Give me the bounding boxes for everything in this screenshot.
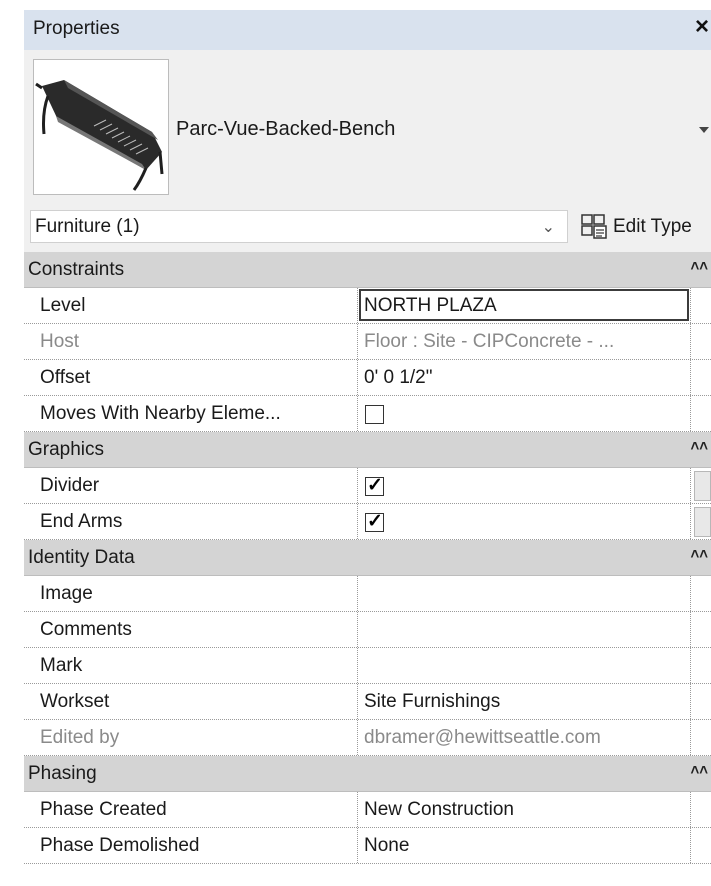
properties-title-bar: Properties × [24, 10, 711, 50]
panel-title: Properties [33, 18, 120, 39]
category-graphics[interactable]: Graphics ˄˄ [24, 432, 711, 468]
collapse-icon[interactable]: ˄˄ [690, 258, 708, 275]
end-arms-checkbox[interactable]: ✓ [365, 511, 384, 532]
param-name: Offset [40, 367, 91, 388]
type-name: Parc-Vue-Backed-Bench [176, 118, 396, 140]
checkmark-icon: ✓ [367, 511, 383, 532]
param-name: Level [40, 295, 86, 316]
filter-row: Furniture (1) ⌄ Edit Type [24, 202, 711, 252]
param-name: Edited by [40, 727, 120, 748]
param-row-workset: Workset Site Furnishings [24, 684, 711, 720]
type-thumbnail [33, 59, 169, 195]
param-row-divider: Divider ✓ [24, 468, 711, 504]
param-value: NORTH PLAZA [364, 295, 497, 316]
param-row-level: Level NORTH PLAZA [24, 288, 711, 324]
associate-parameter-button[interactable] [694, 471, 711, 501]
category-phasing[interactable]: Phasing ˄˄ [24, 756, 711, 792]
properties-grid: Constraints ˄˄ Level NORTH PLAZA Host Fl… [24, 252, 711, 886]
workset-value[interactable]: Site Furnishings [364, 691, 691, 713]
param-name: Mark [40, 655, 83, 676]
offset-value[interactable]: 0' 0 1/2" [364, 367, 691, 389]
checkmark-icon: ✓ [367, 475, 383, 496]
param-value: dbramer@hewittseattle.com [364, 727, 601, 748]
type-selector[interactable]: Parc-Vue-Backed-Bench [24, 50, 711, 202]
param-name: Phase Created [40, 799, 167, 820]
divider-checkbox[interactable]: ✓ [365, 475, 384, 496]
category-label: Constraints [28, 259, 125, 280]
param-value: Floor : Site - CIPConcrete - ... [364, 331, 615, 352]
category-identity-data[interactable]: Identity Data ˄˄ [24, 540, 711, 576]
collapse-icon[interactable]: ˄˄ [690, 438, 708, 455]
param-name: Host [40, 331, 80, 352]
param-name: End Arms [40, 511, 123, 532]
bench-preview-image [35, 80, 164, 191]
param-name: Phase Demolished [40, 835, 200, 856]
edit-type-label: Edit Type [613, 216, 692, 237]
param-row-edited-by: Edited by dbramer@hewittseattle.com [24, 720, 711, 756]
chevron-down-icon[interactable] [699, 127, 709, 133]
param-name: Moves With Nearby Eleme... [40, 403, 281, 424]
edit-type-icon [581, 214, 607, 239]
param-name: Divider [40, 475, 100, 496]
collapse-icon[interactable]: ˄˄ [690, 762, 708, 779]
phase-created-value[interactable]: New Construction [364, 799, 691, 821]
collapse-icon[interactable]: ˄˄ [690, 546, 708, 563]
param-row-moves: Moves With Nearby Eleme... [24, 396, 711, 432]
param-name: Image [40, 583, 93, 604]
category-constraints[interactable]: Constraints ˄˄ [24, 252, 711, 288]
category-filter-select[interactable]: Furniture (1) ⌄ [30, 210, 568, 243]
category-label: Identity Data [28, 547, 135, 568]
param-row-offset: Offset 0' 0 1/2" [24, 360, 711, 396]
param-row-comments: Comments [24, 612, 711, 648]
param-row-phase-created: Phase Created New Construction [24, 792, 711, 828]
param-row-phase-demolished: Phase Demolished None [24, 828, 711, 864]
param-row-image: Image [24, 576, 711, 612]
param-row-host: Host Floor : Site - CIPConcrete - ... [24, 324, 711, 360]
moves-with-nearby-checkbox[interactable] [365, 405, 384, 424]
category-label: Graphics [28, 439, 105, 460]
param-row-end-arms: End Arms ✓ [24, 504, 711, 540]
param-row-mark: Mark [24, 648, 711, 684]
phase-demolished-value[interactable]: None [364, 835, 691, 857]
associate-parameter-button[interactable] [694, 507, 711, 537]
param-name: Workset [40, 691, 110, 712]
filter-value: Furniture (1) [35, 216, 140, 237]
category-label: Phasing [28, 763, 97, 784]
param-name: Comments [40, 619, 132, 640]
chevron-down-icon[interactable]: ⌄ [542, 217, 555, 237]
close-icon[interactable]: × [695, 15, 709, 39]
